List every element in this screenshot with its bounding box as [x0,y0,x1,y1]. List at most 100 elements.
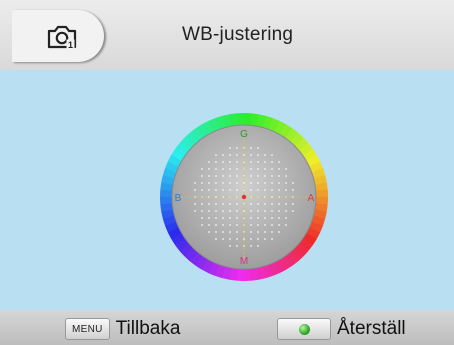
grid-dot [285,210,287,212]
label-m: M [240,256,248,267]
grid-dot [222,154,224,156]
grid-dot [285,203,287,205]
grid-dot [222,224,224,226]
main-area: G M B A [0,70,454,310]
grid-dot [201,224,203,226]
grid-dot [243,210,245,212]
grid-dot [278,231,280,233]
grid-dot [236,231,238,233]
back-label: Tillbaka [115,318,181,339]
grid-dot [250,231,252,233]
grid-dot [236,224,238,226]
grid-dot [257,154,259,156]
grid-dot [208,231,210,233]
grid-dot [271,182,273,184]
wb-cursor[interactable] [241,194,247,200]
grid-dot [236,154,238,156]
grid-dot [264,189,266,191]
grid-dot [250,168,252,170]
grid-dot [229,161,231,163]
grid-dot [271,238,273,240]
grid-dot [229,245,231,247]
grid-dot [285,224,287,226]
grid-dot [250,175,252,177]
grid-dot [250,147,252,149]
grid-dot [215,154,217,156]
grid-dot [236,189,238,191]
grid-dot [285,168,287,170]
camera-icon: 1 [47,25,77,50]
grid-dot [271,175,273,177]
grid-dot [194,210,196,212]
grid-dot [208,189,210,191]
grid-dot [285,217,287,219]
grid-dot [222,182,224,184]
grid-dot [264,161,266,163]
grid-dot [229,175,231,177]
grid-dot [250,238,252,240]
back-button[interactable]: MENU Tillbaka [65,318,180,340]
grid-dot [257,231,259,233]
grid-dot [243,182,245,184]
grid-dot [264,154,266,156]
grid-dot [201,189,203,191]
grid-dot [236,210,238,212]
wb-adjust-wheel[interactable]: G M B A [159,112,329,282]
grid-dot [208,203,210,205]
grid-dot [257,168,259,170]
grid-dot [215,217,217,219]
grid-dot [257,245,259,247]
reset-label: Återställ [337,318,406,339]
menu-key: MENU [65,318,110,340]
grid-dot [236,245,238,247]
grid-dot [208,224,210,226]
grid-dot [222,210,224,212]
grid-dot [264,217,266,219]
grid-dot [257,238,259,240]
grid-dot [201,210,203,212]
grid-dot [229,154,231,156]
grid-dot [222,203,224,205]
grid-dot [236,238,238,240]
grid-dot [271,196,273,198]
grid-dot [229,147,231,149]
green-dot-icon [298,323,310,335]
grid-dot [292,182,294,184]
grid-dot [271,217,273,219]
grid-dot [236,168,238,170]
grid-dot [285,175,287,177]
grid-dot [264,175,266,177]
grid-dot [194,182,196,184]
grid-dot [271,224,273,226]
grid-dot [215,196,217,198]
grid-dot [201,217,203,219]
camera-mode-tab[interactable]: 1 [12,10,104,62]
grid-dot [278,217,280,219]
grid-dot [194,203,196,205]
grid-dot [208,217,210,219]
grid-dot [250,189,252,191]
grid-dot [236,217,238,219]
grid-dot [229,168,231,170]
grid-dot [278,182,280,184]
grid-dot [292,210,294,212]
grid-dot [285,182,287,184]
grid-dot [236,175,238,177]
reset-button[interactable]: Återställ [277,318,406,340]
grid-dot [201,168,203,170]
grid-dot [215,231,217,233]
grid-dot [201,182,203,184]
grid-dot [215,224,217,226]
grid-dot [208,175,210,177]
grid-dot [236,147,238,149]
grid-dot [222,168,224,170]
grid-dot [236,161,238,163]
grid-dot [257,203,259,205]
grid-dot [292,203,294,205]
grid-dot [222,175,224,177]
svg-text:1: 1 [68,40,73,50]
grid-dot [243,154,245,156]
grid-dot [278,175,280,177]
grid-dot [271,189,273,191]
grid-dot [201,203,203,205]
